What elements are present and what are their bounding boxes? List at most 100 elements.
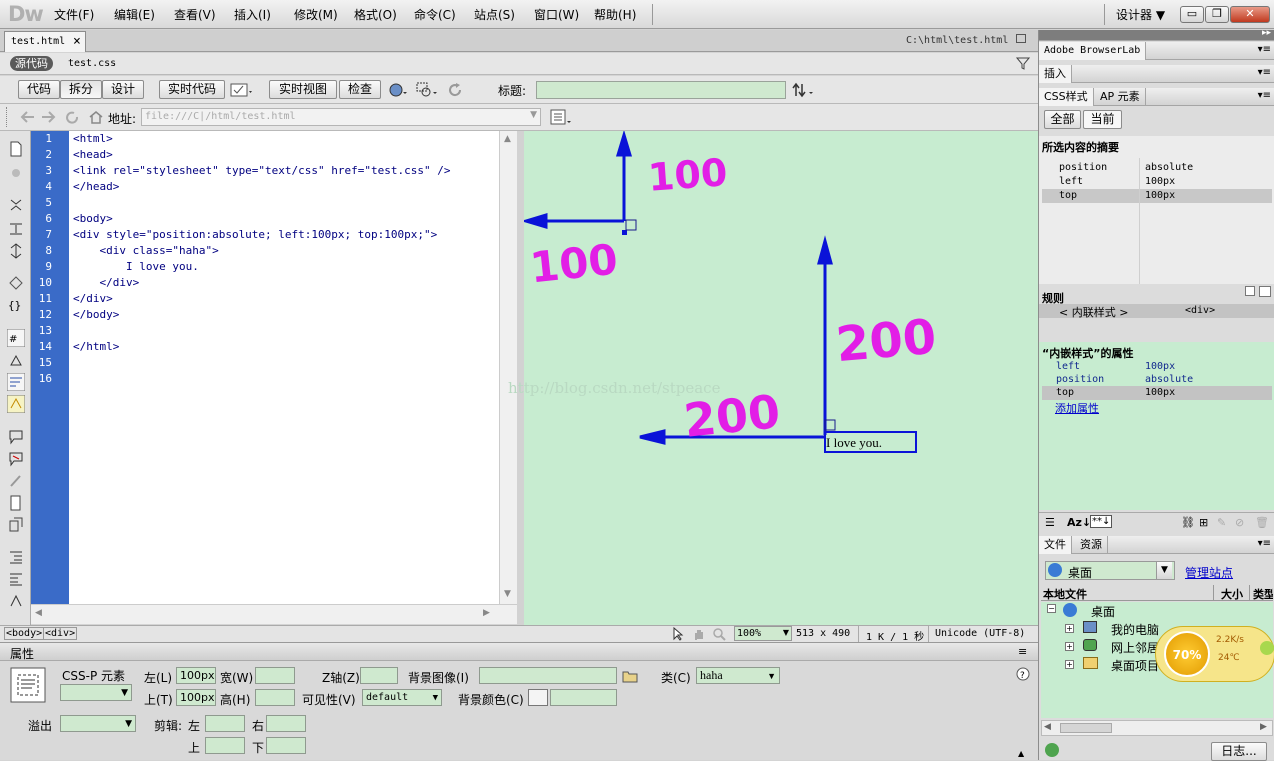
code-view-button[interactable]: 代码 xyxy=(18,80,60,99)
show-category-icon[interactable]: ☰ xyxy=(1045,516,1055,529)
tab-assets[interactable]: 资源 xyxy=(1075,536,1108,554)
expand-node-icon[interactable]: + xyxy=(1065,642,1074,651)
expand-node-icon[interactable]: + xyxy=(1065,660,1074,669)
height-input[interactable] xyxy=(255,689,295,706)
code-line[interactable]: </div> xyxy=(69,275,499,291)
home-icon[interactable] xyxy=(88,110,104,124)
bg-image-input[interactable] xyxy=(479,667,617,684)
code-line[interactable]: </body> xyxy=(69,307,499,323)
workspace-switcher[interactable]: 设计器 ▼ xyxy=(1116,6,1165,23)
balance-braces-icon[interactable]: {} xyxy=(8,297,24,313)
show-set-props-icon[interactable]: **↓ xyxy=(1090,515,1113,528)
menu-help[interactable]: 帮助(H) xyxy=(594,6,636,23)
prop-row[interactable]: left 100px xyxy=(1042,360,1272,374)
preview-browser-icon[interactable] xyxy=(388,82,408,98)
clip-bottom-input[interactable] xyxy=(266,737,306,754)
split-view-button[interactable]: 拆分 xyxy=(60,80,102,99)
prop-row[interactable]: position absolute xyxy=(1042,373,1272,387)
outdent-code-icon[interactable] xyxy=(8,571,24,587)
z-index-input[interactable] xyxy=(360,667,398,684)
close-window-button[interactable]: ✕ xyxy=(1230,6,1270,23)
scroll-down-icon[interactable]: ▼ xyxy=(504,589,511,599)
attach-stylesheet-icon[interactable]: ⛓ xyxy=(1181,516,1195,529)
clip-right-input[interactable] xyxy=(266,715,306,732)
code-editor[interactable]: <html> <head> <link rel="stylesheet" type=… xyxy=(69,131,499,604)
overflow-select[interactable]: ▼ xyxy=(60,715,136,732)
restore-button[interactable]: ❐ xyxy=(1205,6,1229,23)
menu-window[interactable]: 窗口(W) xyxy=(534,6,579,23)
col-local-files[interactable]: 本地文件 xyxy=(1043,586,1087,602)
tab-insert[interactable]: 插入 xyxy=(1039,65,1072,83)
code-line[interactable]: <head> xyxy=(69,147,499,163)
help-icon[interactable]: ? xyxy=(1016,667,1030,681)
title-input[interactable] xyxy=(536,81,786,99)
new-css-rule-icon[interactable]: ⊞ xyxy=(1199,516,1208,529)
menu-site[interactable]: 站点(S) xyxy=(474,6,515,23)
visibility-dropdown-icon[interactable]: ▼ xyxy=(433,691,438,705)
forward-icon[interactable] xyxy=(40,110,56,124)
files-menu-icon[interactable]: ▾≡ xyxy=(1258,538,1271,549)
file-management-icon[interactable] xyxy=(792,82,816,98)
code-line[interactable]: <body> xyxy=(69,211,499,227)
format-source-icon[interactable] xyxy=(8,593,24,609)
panel-menu-icon[interactable]: ≡ xyxy=(1018,645,1027,658)
class-select[interactable]: haha ▼ xyxy=(696,667,780,684)
add-property-link[interactable]: 添加属性 xyxy=(1055,400,1099,416)
summary-row[interactable]: left 100px xyxy=(1042,175,1272,189)
close-tab-icon[interactable]: × xyxy=(73,32,81,51)
code-line[interactable] xyxy=(69,195,499,211)
code-line[interactable]: <div style="position:absolute; left:100p… xyxy=(69,227,499,243)
move-css-icon[interactable] xyxy=(8,517,24,533)
select-tool-icon[interactable] xyxy=(671,627,685,641)
scroll-right-icon[interactable]: ▶ xyxy=(1260,722,1267,732)
show-code-navigator-icon[interactable] xyxy=(8,165,24,181)
files-hscrollbar[interactable]: ◀ ▶ xyxy=(1041,720,1273,736)
width-input[interactable] xyxy=(255,667,295,684)
code-line[interactable] xyxy=(69,323,499,339)
col-type[interactable]: 类型 xyxy=(1253,586,1273,602)
refresh-icon[interactable] xyxy=(447,82,463,98)
filter-icon[interactable] xyxy=(1016,56,1030,70)
expand-all-icon[interactable] xyxy=(8,243,24,259)
menu-format[interactable]: 格式(O) xyxy=(354,6,397,23)
back-icon[interactable] xyxy=(20,110,36,124)
code-line[interactable]: </div> xyxy=(69,291,499,307)
related-css-link[interactable]: test.css xyxy=(68,58,116,69)
tag-selector-div[interactable]: <div> xyxy=(43,627,78,640)
rules-view-icon[interactable] xyxy=(1245,286,1255,296)
clip-top-input[interactable] xyxy=(205,737,245,754)
source-code-button[interactable]: 源代码 xyxy=(10,56,53,71)
left-input[interactable]: 100px xyxy=(176,667,216,684)
line-numbers-icon[interactable]: # xyxy=(7,329,25,347)
top-input[interactable]: 100px xyxy=(176,689,216,706)
code-line[interactable]: <html> xyxy=(69,131,499,147)
code-horizontal-scrollbar[interactable]: ◀ ▶ xyxy=(31,604,517,624)
address-dropdown-icon[interactable]: ▼ xyxy=(530,110,537,120)
css-menu-icon[interactable]: ▾≡ xyxy=(1258,90,1271,101)
site-dropdown-icon[interactable]: ▼ xyxy=(1156,562,1172,579)
menu-commands[interactable]: 命令(C) xyxy=(414,6,456,23)
network-speed-widget[interactable]: 70% 2.2K/s 24℃ xyxy=(1155,626,1274,682)
open-documents-icon[interactable] xyxy=(8,141,24,157)
menu-view[interactable]: 查看(V) xyxy=(174,6,216,23)
tab-ap-elements[interactable]: AP 元素 xyxy=(1095,88,1146,106)
collapse-root-icon[interactable]: − xyxy=(1047,604,1056,613)
code-line[interactable]: <link rel="stylesheet" type="text/css" h… xyxy=(69,163,499,179)
collapse-inspector-icon[interactable]: ▲ xyxy=(1018,749,1024,758)
code-line[interactable]: <div class="haha"> xyxy=(69,243,499,259)
recent-snippets-icon[interactable] xyxy=(8,495,24,511)
code-vertical-scrollbar[interactable]: ▲ ▼ xyxy=(499,131,517,604)
minimize-button[interactable]: ▭ xyxy=(1180,6,1204,23)
hand-tool-icon[interactable] xyxy=(692,627,706,641)
class-dropdown-icon[interactable]: ▼ xyxy=(767,669,776,683)
summary-row[interactable]: top 100px xyxy=(1042,189,1272,203)
reload-icon[interactable] xyxy=(64,110,80,124)
scroll-right-icon[interactable]: ▶ xyxy=(483,608,490,618)
split-divider[interactable] xyxy=(517,131,524,625)
edit-style-icon[interactable]: ✎ xyxy=(1217,516,1226,529)
live-code-button[interactable]: 实时代码 xyxy=(159,80,225,99)
scroll-left-icon[interactable]: ◀ xyxy=(1044,722,1051,732)
tab-test-html[interactable]: test.html × xyxy=(4,31,86,52)
manage-sites-link[interactable]: 管理站点 xyxy=(1185,564,1233,581)
code-line[interactable]: </html> xyxy=(69,339,499,355)
